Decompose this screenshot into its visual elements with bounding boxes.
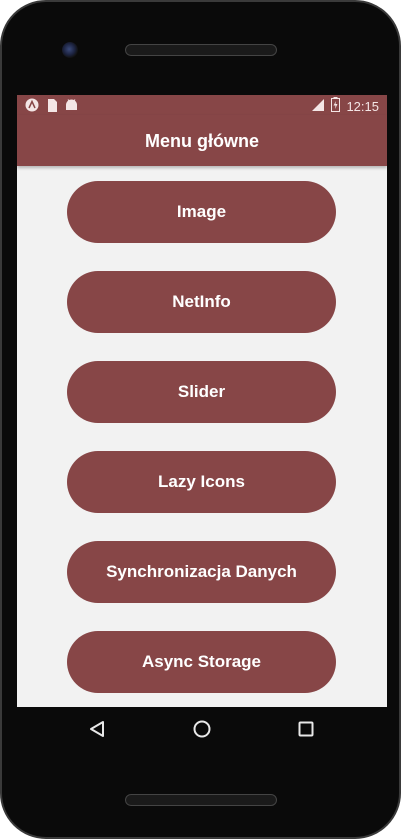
sim-card-icon bbox=[47, 98, 57, 115]
recents-icon[interactable] bbox=[296, 719, 316, 739]
netinfo-button[interactable]: NetInfo bbox=[67, 271, 336, 333]
data-sync-button[interactable]: Synchronizacja Danych bbox=[67, 541, 336, 603]
image-button[interactable]: Image bbox=[67, 181, 336, 243]
front-camera bbox=[62, 42, 78, 58]
battery-charging-icon bbox=[331, 97, 341, 115]
back-icon[interactable] bbox=[87, 719, 107, 739]
android-icon bbox=[65, 99, 78, 114]
bottom-speaker bbox=[125, 794, 277, 806]
slider-button[interactable]: Slider bbox=[67, 361, 336, 423]
status-right-icons: 12:15 bbox=[311, 97, 379, 115]
navigation-bar bbox=[17, 707, 387, 752]
page-title: Menu główne bbox=[145, 131, 259, 151]
status-time: 12:15 bbox=[346, 98, 379, 114]
top-speaker bbox=[125, 44, 277, 56]
app-a-icon bbox=[25, 98, 39, 115]
home-icon[interactable] bbox=[192, 719, 212, 739]
screen: 12:15 Menu główne Image NetInfo Slider L… bbox=[17, 95, 387, 707]
signal-icon bbox=[311, 98, 325, 115]
lazy-icons-button[interactable]: Lazy Icons bbox=[67, 451, 336, 513]
status-bar: 12:15 bbox=[17, 95, 387, 115]
app-bar: Menu główne bbox=[17, 115, 387, 166]
async-storage-button[interactable]: Async Storage bbox=[67, 631, 336, 693]
phone-frame: 12:15 Menu główne Image NetInfo Slider L… bbox=[0, 0, 401, 839]
status-left-icons bbox=[25, 98, 78, 115]
